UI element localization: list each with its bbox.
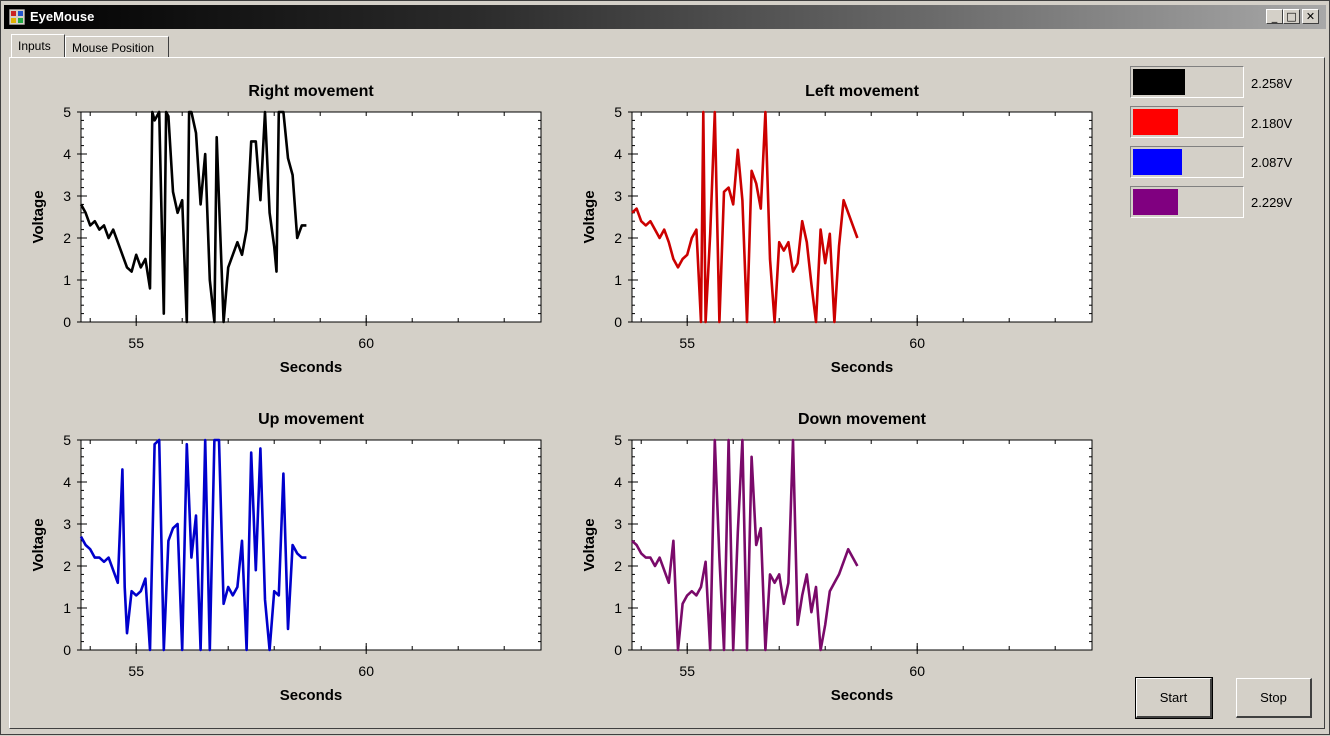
- meter-right-value: 2.258V: [1251, 76, 1293, 91]
- x-tick-label: 60: [358, 335, 374, 351]
- x-tick-label: 55: [128, 335, 144, 351]
- app-window: EyeMouse _ □ ✕ Inputs Mouse Position 012…: [0, 0, 1330, 735]
- y-tick-label: 4: [63, 146, 71, 162]
- y-tick-label: 5: [63, 104, 71, 120]
- meter-left-value: 2.180V: [1251, 116, 1293, 131]
- chart-title: Left movement: [805, 83, 919, 100]
- meter-fill: [1133, 109, 1178, 135]
- chart-up: 01234555 60Up movementSecondsVoltage: [30, 411, 542, 704]
- meter-right: [1130, 66, 1244, 98]
- y-tick-label: 0: [63, 642, 71, 658]
- chart-right: 01234555 60Right movementSecondsVoltage: [30, 83, 542, 376]
- chart-title: Right movement: [248, 83, 374, 100]
- stop-button[interactable]: Stop: [1236, 678, 1312, 718]
- y-tick-label: 2: [614, 558, 622, 574]
- y-tick-label: 3: [614, 516, 622, 532]
- y-tick-label: 0: [614, 642, 622, 658]
- y-tick-label: 1: [63, 272, 71, 288]
- plot-area: [631, 439, 1093, 651]
- y-tick-label: 2: [63, 558, 71, 574]
- x-axis-label: Seconds: [280, 687, 343, 704]
- y-tick-label: 4: [614, 474, 622, 490]
- y-tick-label: 0: [614, 314, 622, 330]
- y-axis-label: Voltage: [30, 190, 47, 243]
- x-tick-label: 55: [679, 335, 695, 351]
- y-axis-label: Voltage: [581, 190, 598, 243]
- x-axis-label: Seconds: [280, 359, 343, 376]
- y-tick-label: 0: [63, 314, 71, 330]
- y-tick-label: 4: [614, 146, 622, 162]
- close-button[interactable]: ✕: [1302, 9, 1319, 24]
- meter-fill: [1133, 69, 1185, 95]
- chart-left: 01234555 60Left movementSecondsVoltage: [581, 83, 1093, 376]
- meter-up: [1130, 146, 1244, 178]
- meter-up-value: 2.087V: [1251, 155, 1293, 170]
- x-axis-label: Seconds: [831, 359, 894, 376]
- y-tick-label: 1: [614, 272, 622, 288]
- y-tick-label: 5: [63, 432, 71, 448]
- meter-fill: [1133, 149, 1182, 175]
- chart-title: Down movement: [798, 411, 927, 428]
- y-axis-label: Voltage: [581, 518, 598, 571]
- y-tick-label: 2: [63, 230, 71, 246]
- chart-down: 01234555 60Down movementSecondsVoltage: [581, 411, 1093, 704]
- meter-down: [1130, 186, 1244, 218]
- y-tick-label: 1: [63, 600, 71, 616]
- y-tick-label: 1: [614, 600, 622, 616]
- x-axis-label: Seconds: [831, 687, 894, 704]
- x-tick-label: 55: [128, 663, 144, 679]
- y-tick-label: 4: [63, 474, 71, 490]
- y-tick-label: 5: [614, 432, 622, 448]
- meter-down-value: 2.229V: [1251, 195, 1293, 210]
- maximize-button[interactable]: □: [1283, 9, 1300, 24]
- x-tick-label: 55: [679, 663, 695, 679]
- y-tick-label: 2: [614, 230, 622, 246]
- y-tick-label: 3: [63, 516, 71, 532]
- y-tick-label: 3: [63, 188, 71, 204]
- x-tick-label: 60: [909, 663, 925, 679]
- minimize-button[interactable]: _: [1266, 9, 1283, 24]
- x-tick-label: 60: [358, 663, 374, 679]
- y-tick-label: 5: [614, 104, 622, 120]
- meter-left: [1130, 106, 1244, 138]
- y-axis-label: Voltage: [30, 518, 47, 571]
- chart-title: Up movement: [258, 411, 364, 428]
- x-tick-label: 60: [909, 335, 925, 351]
- start-button[interactable]: Start: [1135, 677, 1213, 719]
- charts-area: 01234555 60Right movementSecondsVoltage01…: [30, 83, 1093, 704]
- meter-fill: [1133, 189, 1178, 215]
- y-tick-label: 3: [614, 188, 622, 204]
